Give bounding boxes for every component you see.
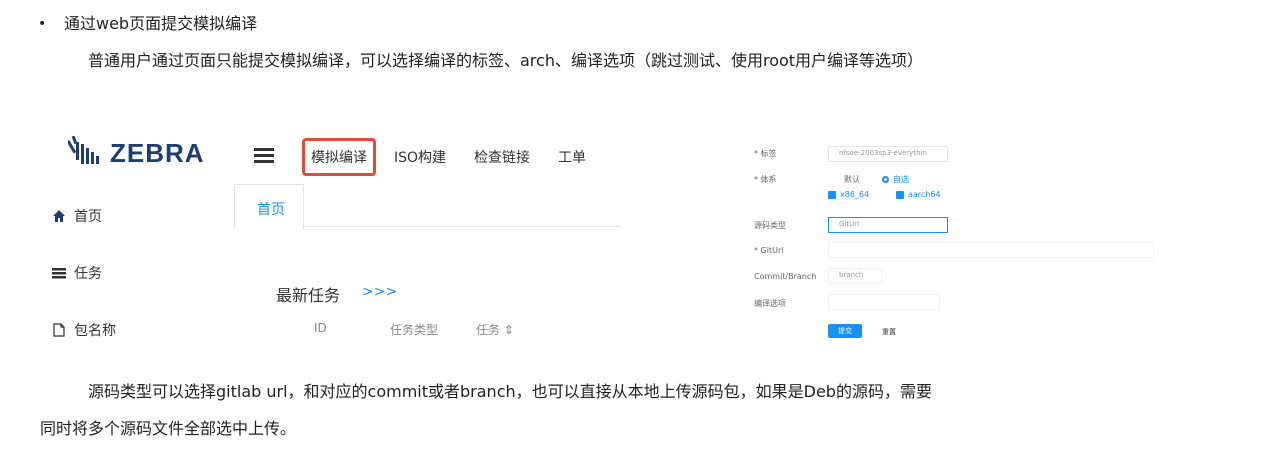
body-paragraph-1: 源码类型可以选择gitlab url，和对应的commit或者branch，也可… — [88, 382, 932, 401]
compile-options-label: 编译选项 — [754, 299, 786, 308]
latest-tasks-title: 最新任务 — [276, 286, 341, 305]
sidebar-item-home[interactable]: 首页 — [52, 206, 102, 226]
giturl-label: * GitUrl — [754, 246, 784, 255]
sidebar-item-package[interactable]: 包名称 — [52, 320, 116, 340]
source-type-select[interactable]: GitUrl — [828, 217, 948, 233]
checkbox-checked-icon — [828, 190, 836, 199]
tab-label: 首页 — [257, 202, 285, 218]
arch-default-label: 默认 — [844, 175, 860, 184]
sidebar-item-label: 包名称 — [74, 323, 116, 339]
column-header-id: ID — [314, 321, 327, 335]
arch-custom-label: 自选 — [893, 175, 909, 184]
sidebar-item-label: 任务 — [74, 266, 102, 282]
file-icon — [53, 323, 65, 337]
arch-aarch64-checkbox[interactable]: aarch64 — [896, 190, 941, 199]
source-type-label: 源码类型 — [754, 221, 786, 230]
tag-select[interactable]: nfsoe-2003sp3-everythin — [828, 146, 948, 162]
nav-ticket[interactable]: 工单 — [558, 147, 586, 167]
bullet-point: • — [38, 16, 47, 32]
latest-tasks-link[interactable]: >>> — [362, 284, 397, 300]
tasks-icon — [52, 268, 66, 279]
intro-paragraph: 普通用户通过页面只能提交模拟编译，可以选择编译的标签、arch、编译选项（跳过测… — [88, 51, 924, 70]
menu-toggle-icon[interactable] — [254, 148, 274, 164]
commit-branch-select[interactable]: branch — [828, 268, 882, 284]
nav-iso-build[interactable]: ISO构建 — [394, 147, 446, 167]
column-header-task[interactable]: 任务 ⇕ — [476, 321, 514, 338]
tab-divider — [302, 226, 620, 227]
checkbox-checked-icon — [896, 190, 904, 199]
column-header-type: 任务类型 — [390, 323, 439, 337]
top-navigation: 模拟编译 ISO构建 检查链接 工单 — [302, 138, 614, 176]
app-screenshot: ZEBRA 模拟编译 ISO构建 检查链接 工单 首页 任务 包名称 首页 最新… — [40, 118, 620, 348]
arch-default-radio[interactable]: 默认 — [844, 174, 860, 185]
arch-custom-radio[interactable]: 自选 — [882, 174, 909, 185]
commit-branch-label: Commit/Branch — [754, 272, 817, 281]
section-heading: 通过web页面提交模拟编译 — [64, 14, 258, 33]
arch-aarch64-label: aarch64 — [908, 190, 941, 199]
giturl-input[interactable] — [828, 242, 1154, 258]
tab-home[interactable]: 首页 — [234, 184, 304, 229]
sidebar-item-label: 首页 — [74, 209, 102, 225]
submit-button[interactable]: 提交 — [828, 324, 862, 338]
nav-check-link[interactable]: 检查链接 — [474, 147, 530, 167]
compile-form: * 标签 nfsoe-2003sp3-everythin * 体系 默认 自选 … — [748, 138, 1168, 348]
body-paragraph-2: 同时将多个源码文件全部选中上传。 — [40, 419, 297, 438]
sidebar-item-tasks[interactable]: 任务 — [52, 263, 102, 283]
nav-simulate-compile[interactable]: 模拟编译 — [302, 138, 376, 176]
zebra-head-icon — [68, 136, 99, 164]
zebra-logo: ZEBRA — [68, 136, 205, 170]
commit-branch-value: branch — [839, 271, 864, 279]
logo-text: ZEBRA — [110, 137, 205, 168]
arch-x86-checkbox[interactable]: x86_64 — [828, 190, 869, 199]
arch-label: * 体系 — [754, 175, 777, 184]
reset-button[interactable]: 重置 — [882, 327, 896, 337]
tag-value: nfsoe-2003sp3-everythin — [839, 149, 927, 157]
compile-options-select[interactable] — [828, 294, 940, 310]
source-type-value: GitUrl — [839, 220, 860, 228]
tag-label: * 标签 — [754, 149, 777, 158]
home-icon — [53, 210, 65, 222]
radio-selected-icon — [882, 176, 889, 183]
arch-x86-label: x86_64 — [840, 190, 870, 199]
